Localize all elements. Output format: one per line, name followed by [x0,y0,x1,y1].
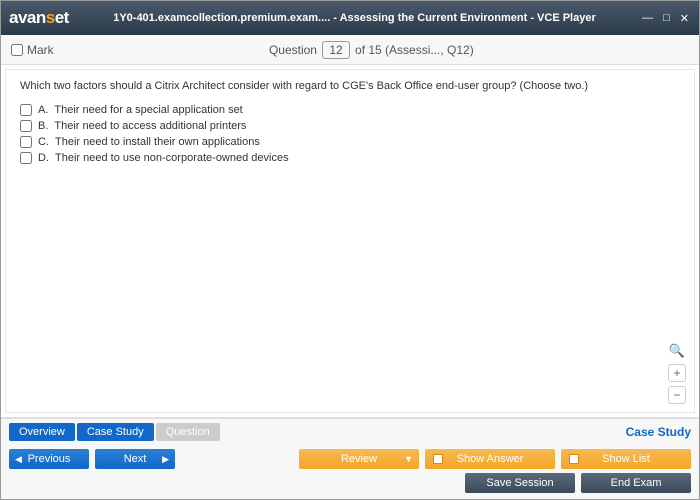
app-window: avanset 1Y0-401.examcollection.premium.e… [0,0,700,500]
option-text: Their need to use non-corporate-owned de… [55,152,289,164]
question-text: Which two factors should a Citrix Archit… [20,80,680,92]
checkbox-icon [569,454,579,464]
btn-label: Next [124,453,147,465]
options-list: A. Their need for a special application … [20,102,680,166]
option-letter: A. [38,104,48,116]
tab-question[interactable]: Question [156,423,220,441]
option-letter: C. [38,136,49,148]
question-total: of 15 (Assessi..., Q12) [355,43,474,57]
show-answer-button[interactable]: Show Answer [425,449,555,469]
previous-button[interactable]: ◀ Previous [9,449,89,469]
title-bar: avanset 1Y0-401.examcollection.premium.e… [1,1,699,35]
option-b-checkbox[interactable] [20,120,32,132]
option-b[interactable]: B. Their need to access additional print… [20,118,680,134]
option-text: Their need to access additional printers [54,120,246,132]
chevron-right-icon: ▶ [162,454,169,465]
content-area: Which two factors should a Citrix Archit… [5,69,695,413]
option-a[interactable]: A. Their need for a special application … [20,102,680,118]
tab-case-study[interactable]: Case Study [77,423,154,441]
maximize-icon[interactable]: □ [661,12,672,25]
end-exam-button[interactable]: End Exam [581,473,691,493]
option-text: Their need for a special application set [54,104,242,116]
mark-checkbox[interactable] [11,44,23,56]
nav-buttons-row: ◀ Previous Next ▶ Review ▼ Show Answer S… [1,445,699,471]
chevron-left-icon: ◀ [15,454,22,465]
zoom-controls: 🔍 + − [668,342,686,404]
option-a-checkbox[interactable] [20,104,32,116]
tabs-row: Overview Case Study Question Case Study [1,418,699,445]
footer: Overview Case Study Question Case Study … [1,417,699,499]
minimize-icon[interactable]: — [640,12,655,25]
logo-accent: s [46,8,55,27]
zoom-out-button[interactable]: − [668,386,686,404]
tab-overview[interactable]: Overview [9,423,75,441]
logo: avanset [9,8,69,28]
save-session-button[interactable]: Save Session [465,473,575,493]
case-study-label: Case Study [626,425,691,439]
btn-label: Review [341,453,377,465]
mark-checkbox-area[interactable]: Mark [11,43,54,57]
question-number: 12 [322,41,349,59]
option-letter: D. [38,152,49,164]
chevron-down-icon: ▼ [404,454,413,464]
session-buttons-row: Save Session End Exam [1,471,699,499]
btn-label: Show Answer [457,453,524,465]
next-button[interactable]: Next ▶ [95,449,175,469]
option-d-checkbox[interactable] [20,152,32,164]
question-indicator: Question 12 of 15 (Assessi..., Q12) [54,41,689,59]
question-word: Question [269,43,317,57]
option-c[interactable]: C. Their need to install their own appli… [20,134,680,150]
option-letter: B. [38,120,48,132]
btn-label: Previous [28,453,71,465]
question-header: Mark Question 12 of 15 (Assessi..., Q12) [1,35,699,65]
window-controls: — □ ✕ [640,12,691,25]
option-text: Their need to install their own applicat… [55,136,260,148]
mark-label: Mark [27,43,54,57]
review-button[interactable]: Review ▼ [299,449,419,469]
magnifier-icon[interactable]: 🔍 [668,342,686,360]
close-icon[interactable]: ✕ [678,12,691,25]
btn-label: Show List [602,453,650,465]
option-c-checkbox[interactable] [20,136,32,148]
logo-text-end: et [55,8,69,27]
zoom-in-button[interactable]: + [668,364,686,382]
window-title: 1Y0-401.examcollection.premium.exam.... … [69,12,640,24]
option-d[interactable]: D. Their need to use non-corporate-owned… [20,150,680,166]
show-list-button[interactable]: Show List [561,449,691,469]
checkbox-icon [433,454,443,464]
logo-text: avan [9,8,46,27]
